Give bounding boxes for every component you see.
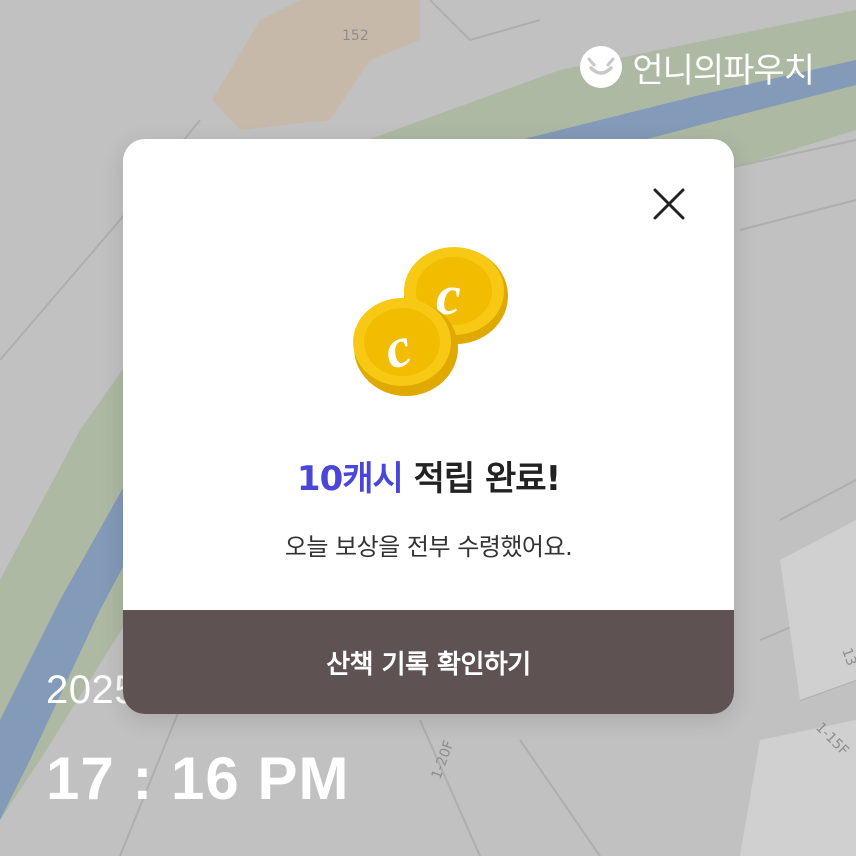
smiling-cat-face-icon [580, 46, 623, 88]
view-walk-record-button[interactable]: 산책 기록 확인하기 [123, 610, 734, 714]
coins-icon: c c [353, 247, 508, 396]
reward-title-text: 적립 완료! [402, 459, 561, 499]
reward-title: 10캐시 적립 완료! [123, 451, 734, 500]
close-button[interactable] [648, 183, 690, 225]
brand-name: 언니의파우치 [632, 50, 815, 91]
reward-modal: c c 10캐시 적립 완료! 오늘 보상을 전부 수령했어요. 산책 기록 확… [123, 139, 734, 714]
reward-subtitle: 오늘 보상을 전부 수령했어요. [284, 533, 573, 561]
close-icon [653, 188, 685, 220]
brand-logo: 언니의파우치 [580, 44, 815, 91]
time-stamp: 17 : 16 PM [46, 745, 350, 812]
reward-amount: 10캐시 [296, 459, 404, 499]
